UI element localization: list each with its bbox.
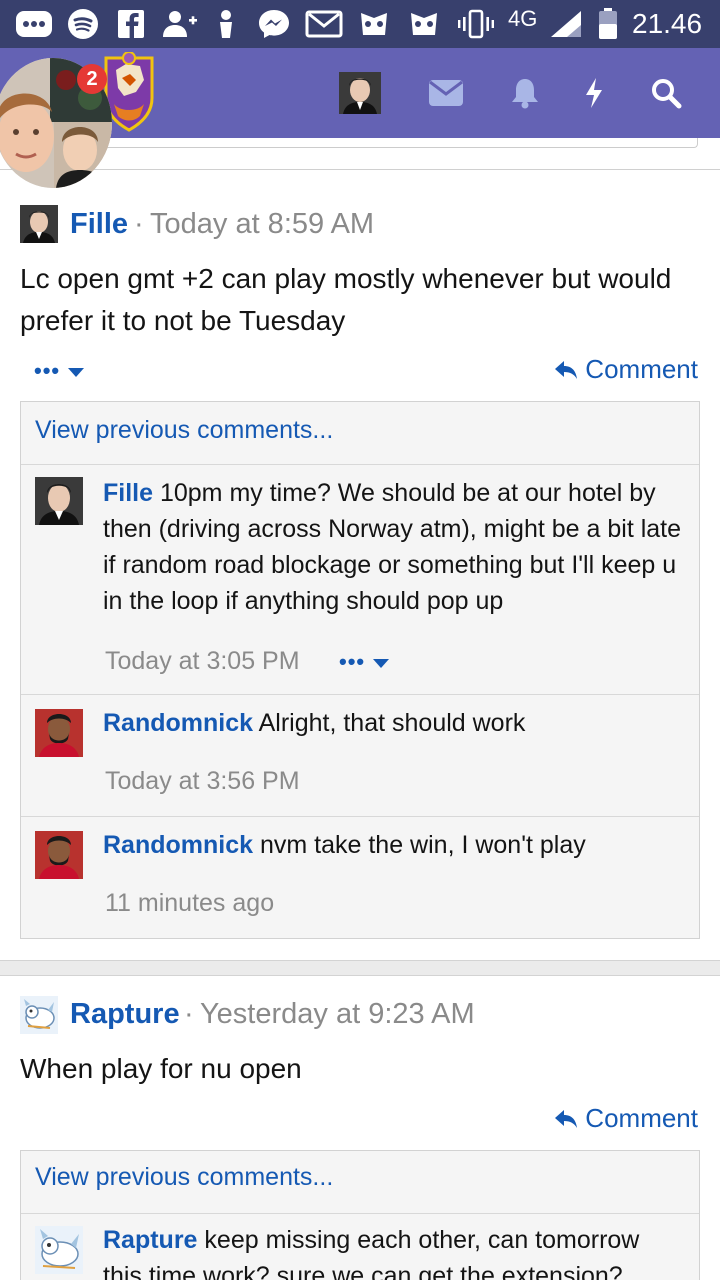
post-more-menu[interactable]: •••: [34, 358, 85, 384]
post-author-avatar[interactable]: [20, 996, 58, 1034]
vibrate-icon: [456, 9, 496, 39]
meta-separator: ·: [134, 208, 144, 240]
add-friend-icon: [160, 9, 200, 39]
comment-item: Randomnick Alright, that should work Tod…: [21, 694, 699, 816]
comment-text: Rapture keep missing each other, can tom…: [103, 1222, 683, 1280]
comment-author-avatar[interactable]: [35, 477, 83, 525]
comment-author-name[interactable]: Fille: [103, 479, 153, 507]
comment-timestamp[interactable]: 11 minutes ago: [105, 889, 274, 918]
comment-text: Randomnick nvm take the win, I won't pla…: [103, 827, 683, 863]
status-bar: 4G 21.46: [0, 0, 720, 48]
comment-item: Randomnick nvm take the win, I won't pla…: [21, 816, 699, 938]
comment-author-name[interactable]: Randomnick: [103, 709, 253, 737]
game-icon: [354, 9, 394, 39]
post-author-name[interactable]: Rapture: [70, 998, 180, 1031]
person-icon: [214, 9, 238, 39]
comments-box: View previous comments... Rapture keep m…: [20, 1150, 700, 1280]
comment-author-avatar[interactable]: [35, 1226, 83, 1274]
bolt-icon[interactable]: [580, 70, 608, 116]
post-author-avatar[interactable]: [20, 205, 58, 243]
comments-box: View previous comments... Fille 10pm my …: [20, 401, 700, 939]
post-author-name[interactable]: Fille: [70, 208, 128, 241]
comment-item: Fille 10pm my time? We should be at our …: [21, 464, 699, 694]
comment-text: Fille 10pm my time? We should be at our …: [103, 475, 683, 619]
gmail-icon: [304, 9, 344, 39]
comment-timestamp[interactable]: Today at 3:56 PM: [105, 767, 300, 796]
more-dots-icon: •••: [339, 649, 366, 674]
comment-text: Randomnick Alright, that should work: [103, 705, 683, 741]
chevron-down-icon: [373, 658, 390, 668]
comment-more-menu[interactable]: •••: [339, 649, 390, 675]
more-dots-icon: •••: [34, 358, 61, 383]
comment-body: Alright, that should work: [258, 709, 526, 737]
post-timestamp[interactable]: Today at 8:59 AM: [150, 208, 374, 241]
mail-icon[interactable]: [428, 70, 464, 116]
meta-separator: ·: [184, 998, 194, 1030]
comment-label: Comment: [585, 354, 698, 384]
network-type: 4G: [508, 6, 538, 31]
view-previous-comments-link[interactable]: View previous comments...: [35, 1163, 333, 1192]
reply-icon: [555, 1109, 578, 1128]
spotify-icon: [66, 9, 100, 39]
comment-item: Rapture keep missing each other, can tom…: [21, 1213, 699, 1280]
comment-author-avatar[interactable]: [35, 831, 83, 879]
bell-icon[interactable]: [508, 70, 542, 116]
comment-author-avatar[interactable]: [35, 709, 83, 757]
comment-body: 10pm my time? We should be at our hotel …: [103, 479, 682, 615]
notification-badge[interactable]: 2: [77, 64, 107, 94]
comment-body: nvm take the win, I won't play: [259, 831, 586, 859]
comment-author-name[interactable]: Randomnick: [103, 831, 253, 859]
game-icon-2: [404, 9, 444, 39]
more-icon: [14, 9, 54, 39]
search-icon[interactable]: [646, 70, 686, 116]
signal-icon: [548, 9, 584, 39]
post-timestamp[interactable]: Yesterday at 9:23 AM: [200, 998, 475, 1031]
clock: 21.46: [632, 8, 703, 39]
comment-button[interactable]: Comment: [553, 354, 698, 385]
post-separator: [0, 960, 720, 976]
post-body: Lc open gmt +2 can play mostly whenever …: [20, 263, 672, 336]
messenger-icon: [256, 9, 292, 39]
chevron-down-icon: [68, 367, 85, 377]
post-body: When play for nu open: [20, 1053, 302, 1084]
comment-timestamp[interactable]: Today at 3:05 PM: [105, 647, 300, 676]
comment-author-name[interactable]: Rapture: [103, 1226, 197, 1254]
view-previous-comments-link[interactable]: View previous comments...: [35, 416, 333, 445]
reply-icon: [555, 360, 578, 379]
comment-button[interactable]: Comment: [553, 1103, 698, 1134]
avatar-icon[interactable]: [338, 70, 382, 116]
facebook-icon: [116, 9, 146, 39]
battery-icon: [596, 8, 620, 39]
comment-label: Comment: [585, 1103, 698, 1133]
